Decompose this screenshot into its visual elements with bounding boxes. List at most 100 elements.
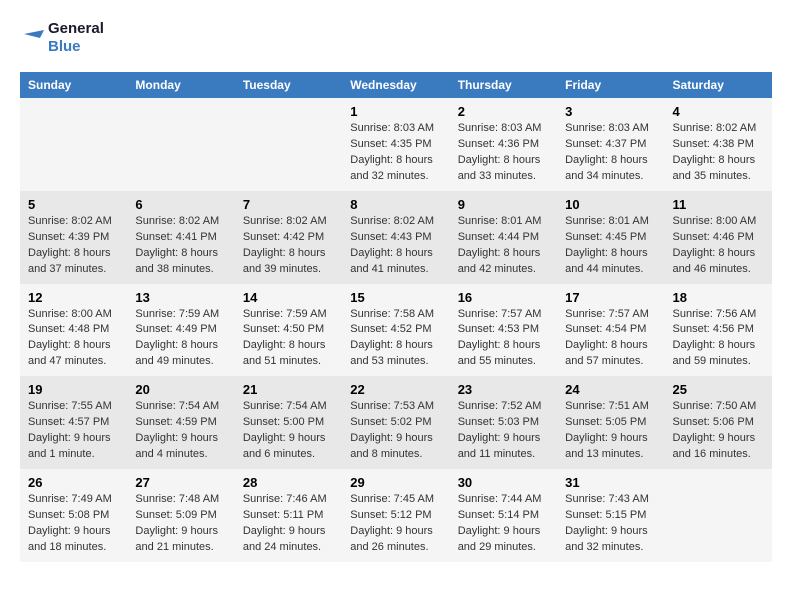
logo: GeneralBlue — [20, 20, 104, 56]
day-number: 5 — [28, 197, 119, 212]
calendar-cell: 3 Sunrise: 8:03 AMSunset: 4:37 PMDaylight… — [557, 98, 664, 191]
header-monday: Monday — [127, 72, 234, 98]
day-info: Sunrise: 7:57 AMSunset: 4:54 PMDaylight:… — [565, 307, 656, 371]
day-number: 19 — [28, 382, 119, 397]
logo-line2: Blue — [48, 38, 104, 56]
day-number: 10 — [565, 197, 656, 212]
calendar-cell: 17 Sunrise: 7:57 AMSunset: 4:54 PMDayligh… — [557, 284, 664, 377]
day-info: Sunrise: 8:02 AMSunset: 4:38 PMDaylight:… — [673, 121, 764, 185]
calendar-header-row: SundayMondayTuesdayWednesdayThursdayFrid… — [20, 72, 772, 98]
header-friday: Friday — [557, 72, 664, 98]
logo-bird-icon — [20, 26, 44, 50]
calendar-cell — [665, 469, 772, 562]
calendar-cell: 13Sunrise: 7:59 AMSunset: 4:49 PMDayligh… — [127, 284, 234, 377]
day-info: Sunrise: 8:00 AMSunset: 4:48 PMDaylight:… — [28, 307, 119, 371]
day-number: 24 — [565, 382, 656, 397]
day-info: Sunrise: 7:54 AMSunset: 5:00 PMDaylight:… — [243, 399, 334, 463]
day-number: 6 — [135, 197, 226, 212]
day-info: Sunrise: 7:56 AMSunset: 4:56 PMDaylight:… — [673, 307, 764, 371]
week-row-4: 19 Sunrise: 7:55 AMSunset: 4:57 PMDayligh… — [20, 376, 772, 469]
calendar-cell: 29 Sunrise: 7:45 AMSunset: 5:12 PMDayligh… — [342, 469, 449, 562]
day-number: 30 — [458, 475, 549, 490]
calendar-cell — [127, 98, 234, 191]
calendar-cell: 31Sunrise: 7:43 AMSunset: 5:15 PMDayligh… — [557, 469, 664, 562]
header-tuesday: Tuesday — [235, 72, 342, 98]
day-info: Sunrise: 7:54 AMSunset: 4:59 PMDaylight:… — [135, 399, 226, 463]
day-info: Sunrise: 7:52 AMSunset: 5:03 PMDaylight:… — [458, 399, 549, 463]
day-number: 14 — [243, 290, 334, 305]
calendar-cell: 28 Sunrise: 7:46 AMSunset: 5:11 PMDayligh… — [235, 469, 342, 562]
day-number: 29 — [350, 475, 441, 490]
calendar-cell: 21 Sunrise: 7:54 AMSunset: 5:00 PMDayligh… — [235, 376, 342, 469]
day-number: 22 — [350, 382, 441, 397]
day-number: 27 — [135, 475, 226, 490]
calendar-cell: 27 Sunrise: 7:48 AMSunset: 5:09 PMDayligh… — [127, 469, 234, 562]
day-info: Sunrise: 7:59 AMSunset: 4:50 PMDaylight:… — [243, 307, 334, 371]
day-info: Sunrise: 7:48 AMSunset: 5:09 PMDaylight:… — [135, 492, 226, 556]
day-info: Sunrise: 8:03 AMSunset: 4:36 PMDaylight:… — [458, 121, 549, 185]
calendar-cell: 11 Sunrise: 8:00 AMSunset: 4:46 PMDayligh… — [665, 191, 772, 284]
calendar-cell: 20 Sunrise: 7:54 AMSunset: 4:59 PMDayligh… — [127, 376, 234, 469]
day-info: Sunrise: 8:01 AMSunset: 4:45 PMDaylight:… — [565, 214, 656, 278]
day-info: Sunrise: 7:55 AMSunset: 4:57 PMDaylight:… — [28, 399, 119, 463]
day-number: 15 — [350, 290, 441, 305]
day-info: Sunrise: 7:46 AMSunset: 5:11 PMDaylight:… — [243, 492, 334, 556]
header-sunday: Sunday — [20, 72, 127, 98]
day-number: 2 — [458, 104, 549, 119]
day-info: Sunrise: 7:45 AMSunset: 5:12 PMDaylight:… — [350, 492, 441, 556]
day-info: Sunrise: 7:50 AMSunset: 5:06 PMDaylight:… — [673, 399, 764, 463]
day-number: 11 — [673, 197, 764, 212]
day-number: 7 — [243, 197, 334, 212]
day-info: Sunrise: 7:59 AMSunset: 4:49 PMDaylight:… — [135, 307, 226, 371]
calendar-cell: 24 Sunrise: 7:51 AMSunset: 5:05 PMDayligh… — [557, 376, 664, 469]
day-number: 1 — [350, 104, 441, 119]
day-info: Sunrise: 8:03 AMSunset: 4:35 PMDaylight:… — [350, 121, 441, 185]
day-number: 4 — [673, 104, 764, 119]
day-info: Sunrise: 7:49 AMSunset: 5:08 PMDaylight:… — [28, 492, 119, 556]
day-number: 23 — [458, 382, 549, 397]
day-info: Sunrise: 7:43 AMSunset: 5:15 PMDaylight:… — [565, 492, 656, 556]
calendar-cell: 22Sunrise: 7:53 AMSunset: 5:02 PMDayligh… — [342, 376, 449, 469]
day-info: Sunrise: 8:02 AMSunset: 4:42 PMDaylight:… — [243, 214, 334, 278]
calendar-cell — [20, 98, 127, 191]
header-wednesday: Wednesday — [342, 72, 449, 98]
calendar-cell: 5 Sunrise: 8:02 AMSunset: 4:39 PMDaylight… — [20, 191, 127, 284]
day-number: 16 — [458, 290, 549, 305]
calendar-cell: 4 Sunrise: 8:02 AMSunset: 4:38 PMDaylight… — [665, 98, 772, 191]
week-row-1: 1 Sunrise: 8:03 AMSunset: 4:35 PMDaylight… — [20, 98, 772, 191]
calendar-cell: 19 Sunrise: 7:55 AMSunset: 4:57 PMDayligh… — [20, 376, 127, 469]
day-number: 28 — [243, 475, 334, 490]
logo-line1: General — [48, 20, 104, 38]
calendar-cell: 7 Sunrise: 8:02 AMSunset: 4:42 PMDaylight… — [235, 191, 342, 284]
calendar-cell: 12Sunrise: 8:00 AMSunset: 4:48 PMDayligh… — [20, 284, 127, 377]
day-info: Sunrise: 8:00 AMSunset: 4:46 PMDaylight:… — [673, 214, 764, 278]
header-thursday: Thursday — [450, 72, 557, 98]
header-saturday: Saturday — [665, 72, 772, 98]
day-info: Sunrise: 7:51 AMSunset: 5:05 PMDaylight:… — [565, 399, 656, 463]
page-header: GeneralBlue — [20, 20, 772, 56]
calendar-cell: 6Sunrise: 8:02 AMSunset: 4:41 PMDaylight… — [127, 191, 234, 284]
calendar-cell — [235, 98, 342, 191]
calendar-table: SundayMondayTuesdayWednesdayThursdayFrid… — [20, 72, 772, 562]
week-row-5: 26Sunrise: 7:49 AMSunset: 5:08 PMDayligh… — [20, 469, 772, 562]
day-number: 17 — [565, 290, 656, 305]
day-number: 8 — [350, 197, 441, 212]
day-number: 3 — [565, 104, 656, 119]
day-number: 20 — [135, 382, 226, 397]
calendar-cell: 14 Sunrise: 7:59 AMSunset: 4:50 PMDayligh… — [235, 284, 342, 377]
day-info: Sunrise: 8:01 AMSunset: 4:44 PMDaylight:… — [458, 214, 549, 278]
day-number: 9 — [458, 197, 549, 212]
calendar-cell: 25 Sunrise: 7:50 AMSunset: 5:06 PMDayligh… — [665, 376, 772, 469]
calendar-cell: 8Sunrise: 8:02 AMSunset: 4:43 PMDaylight… — [342, 191, 449, 284]
calendar-cell: 18Sunrise: 7:56 AMSunset: 4:56 PMDayligh… — [665, 284, 772, 377]
calendar-cell: 2 Sunrise: 8:03 AMSunset: 4:36 PMDaylight… — [450, 98, 557, 191]
day-number: 21 — [243, 382, 334, 397]
day-info: Sunrise: 7:57 AMSunset: 4:53 PMDaylight:… — [458, 307, 549, 371]
day-info: Sunrise: 8:03 AMSunset: 4:37 PMDaylight:… — [565, 121, 656, 185]
calendar-cell: 23 Sunrise: 7:52 AMSunset: 5:03 PMDayligh… — [450, 376, 557, 469]
day-info: Sunrise: 7:44 AMSunset: 5:14 PMDaylight:… — [458, 492, 549, 556]
calendar-cell: 10 Sunrise: 8:01 AMSunset: 4:45 PMDayligh… — [557, 191, 664, 284]
day-number: 25 — [673, 382, 764, 397]
calendar-cell: 30 Sunrise: 7:44 AMSunset: 5:14 PMDayligh… — [450, 469, 557, 562]
day-info: Sunrise: 8:02 AMSunset: 4:39 PMDaylight:… — [28, 214, 119, 278]
